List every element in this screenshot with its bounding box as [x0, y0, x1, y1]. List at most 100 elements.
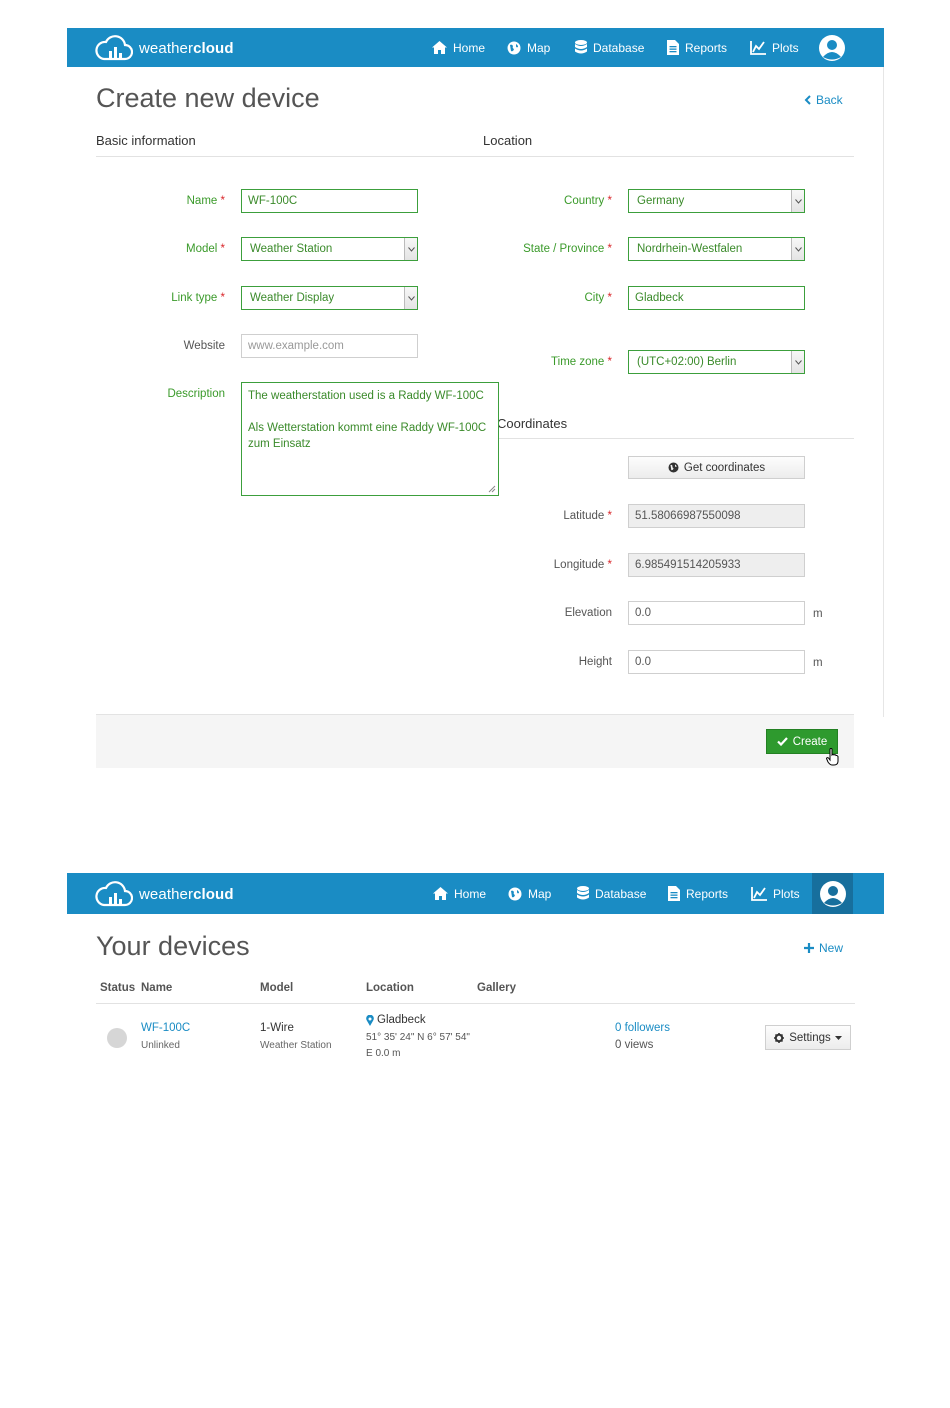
- chevron-down-icon[interactable]: [404, 287, 417, 309]
- create-label: Create: [792, 735, 828, 748]
- website-input[interactable]: www.example.com: [241, 334, 418, 358]
- device-elevation: E 0.0 m: [366, 1048, 401, 1059]
- nav-map[interactable]: Map: [508, 873, 551, 914]
- nav-home[interactable]: Home: [433, 873, 486, 914]
- model-select[interactable]: Weather Station: [241, 237, 418, 261]
- navbar: weathercloud Home Map Database Reports P…: [67, 873, 884, 914]
- height-value: 0.0: [635, 656, 651, 668]
- brand-logo[interactable]: weathercloud: [95, 34, 234, 62]
- link-type-label-text: Link type: [171, 292, 218, 304]
- model-value: Weather Station: [250, 243, 333, 255]
- device-name-link[interactable]: WF-100C: [141, 1022, 190, 1034]
- name-input[interactable]: WF-100C: [241, 189, 418, 213]
- brand-light: weather: [139, 39, 194, 57]
- timezone-select[interactable]: (UTC+02:00) Berlin: [628, 350, 805, 374]
- height-input[interactable]: 0.0: [628, 650, 805, 674]
- required-mark: *: [607, 292, 612, 304]
- user-menu[interactable]: [812, 28, 852, 67]
- elevation-label: Elevation: [564, 607, 612, 619]
- country-select[interactable]: Germany: [628, 189, 805, 213]
- required-mark: *: [220, 243, 225, 255]
- state-label-text: State / Province: [523, 243, 605, 255]
- device-location[interactable]: Gladbeck: [366, 1014, 426, 1026]
- latitude-value: 51.58066987550098: [635, 510, 741, 522]
- device-coordinates: 51° 35' 24" N 6° 57' 54": [366, 1032, 470, 1043]
- description-textarea[interactable]: The weatherstation used is a Raddy WF-10…: [241, 382, 499, 496]
- device-model-type: Weather Station: [260, 1040, 332, 1051]
- latitude-label-text: Latitude: [563, 510, 605, 522]
- column-status[interactable]: Status: [100, 982, 135, 994]
- state-select[interactable]: Nordrhein-Westfalen: [628, 237, 805, 261]
- latitude-input[interactable]: 51.58066987550098: [628, 504, 805, 528]
- brand-light: weather: [139, 885, 194, 903]
- cloud-chart-icon: [95, 881, 133, 907]
- globe-icon: [507, 41, 521, 54]
- nav-database[interactable]: Database: [575, 28, 644, 67]
- nav-plots[interactable]: Plots: [751, 873, 800, 914]
- page-title: Create new device: [96, 83, 320, 113]
- chevron-down-icon[interactable]: [791, 238, 804, 260]
- nav-plots[interactable]: Plots: [750, 28, 799, 67]
- nav-database-label: Database: [593, 40, 645, 55]
- coordinates-heading: Coordinates: [497, 416, 568, 431]
- devices-list-screen: weathercloud Home Map Database Reports P…: [67, 873, 884, 1093]
- longitude-input[interactable]: 6.985491514205933: [628, 553, 805, 577]
- height-unit: m: [813, 657, 823, 669]
- document-icon: [668, 886, 680, 901]
- basic-info-heading: Basic information: [96, 133, 196, 148]
- back-label: Back: [816, 93, 843, 107]
- model-label-text: Model: [185, 243, 218, 255]
- brand-logo[interactable]: weathercloud: [95, 880, 234, 908]
- chevron-down-icon[interactable]: [791, 190, 804, 212]
- city-label-text: City: [584, 292, 605, 304]
- required-mark: *: [607, 243, 612, 255]
- elevation-input[interactable]: 0.0: [628, 601, 805, 625]
- column-gallery[interactable]: Gallery: [477, 982, 516, 994]
- country-label: Country *: [462, 195, 612, 207]
- name-label-text: Name: [186, 195, 218, 207]
- nav-map[interactable]: Map: [507, 28, 550, 67]
- database-icon: [577, 886, 589, 900]
- device-model: 1-Wire: [260, 1022, 294, 1034]
- gear-icon: [774, 1032, 785, 1043]
- nav-reports[interactable]: Reports: [668, 873, 728, 914]
- globe-icon: [508, 887, 522, 900]
- followers-link[interactable]: 0 followers: [615, 1022, 670, 1034]
- longitude-value: 6.985491514205933: [635, 559, 741, 571]
- status-indicator: [107, 1028, 127, 1048]
- nav-database[interactable]: Database: [577, 873, 646, 914]
- nav-home[interactable]: Home: [432, 28, 485, 67]
- document-icon: [667, 40, 679, 55]
- elevation-unit: m: [813, 608, 823, 620]
- chevron-down-icon[interactable]: [404, 238, 417, 260]
- country-value: Germany: [637, 195, 685, 207]
- settings-dropdown-button[interactable]: Settings: [765, 1025, 851, 1050]
- city-input[interactable]: Gladbeck: [628, 286, 805, 310]
- link-type-value: Weather Display: [250, 292, 335, 304]
- link-type-select[interactable]: Weather Display: [241, 286, 418, 310]
- column-model[interactable]: Model: [260, 982, 293, 994]
- website-label: Website: [183, 340, 225, 352]
- home-icon: [433, 887, 448, 900]
- column-location[interactable]: Location: [366, 982, 414, 994]
- elevation-value: 0.0: [635, 607, 651, 619]
- timezone-label-text: Time zone: [551, 356, 605, 368]
- latitude-label: Latitude *: [462, 510, 612, 522]
- state-label: State / Province *: [462, 243, 612, 255]
- description-blank-line: [248, 404, 492, 420]
- device-city: Gladbeck: [377, 1014, 426, 1026]
- country-label-text: Country: [564, 195, 605, 207]
- resize-handle-icon[interactable]: [488, 485, 496, 493]
- nav-reports[interactable]: Reports: [667, 28, 727, 67]
- home-icon: [432, 41, 447, 54]
- column-name[interactable]: Name: [141, 982, 172, 994]
- back-link[interactable]: Back: [804, 93, 843, 107]
- get-coordinates-button[interactable]: Get coordinates: [628, 456, 805, 479]
- nav-home-label: Home: [454, 886, 487, 901]
- longitude-label-text: Longitude: [553, 559, 605, 571]
- nav-plots-label: Plots: [772, 40, 799, 55]
- new-device-link[interactable]: New: [804, 941, 843, 955]
- user-menu[interactable]: [812, 873, 853, 914]
- device-link-status: Unlinked: [141, 1040, 180, 1051]
- chevron-down-icon[interactable]: [791, 351, 804, 373]
